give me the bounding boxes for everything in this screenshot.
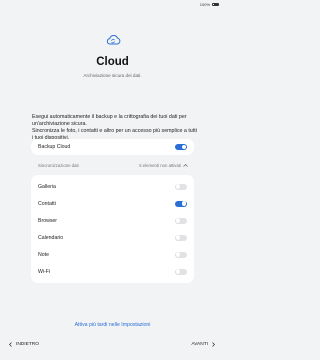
sync-item-label: Galleria [38,183,56,190]
sync-item-notes[interactable]: Note [31,246,194,263]
chevron-left-icon [9,342,12,347]
next-button[interactable]: AVANTI [191,342,215,347]
page-title: Cloud [96,56,129,68]
back-button[interactable]: INDIETRO [9,342,39,347]
sync-item-toggle[interactable] [175,183,187,190]
battery-icon [212,2,219,7]
page-subtitle: Archiviazione sicura dei dati. [83,73,142,78]
description-line-1: Esegui automaticamente il backup e la cr… [32,114,187,127]
battery-percent: 100% [199,2,210,7]
next-label: AVANTI [191,342,208,347]
sync-item-browser[interactable]: Browser [31,212,194,229]
sync-item-toggle[interactable] [175,234,187,241]
backup-toggle[interactable] [175,144,187,150]
sync-item-toggle[interactable] [175,217,187,224]
sync-item-label: Calendario [38,234,64,241]
back-label: INDIETRO [16,342,39,347]
sync-item-calendar[interactable]: Calendario [31,229,194,246]
sync-header-label: Sincronizzazione dati [38,163,79,168]
chevron-right-icon [212,342,215,347]
sync-item-toggle[interactable] [175,251,187,258]
sync-item-wifi[interactable]: Wi-Fi [31,263,194,280]
backup-label: Backup Cloud [38,144,71,150]
footer-nav: INDIETRO AVANTI [0,342,225,350]
sync-section-header[interactable]: Sincronizzazione dati 5 elementi non att… [38,163,188,168]
chevron-up-icon [183,164,188,167]
sync-item-label: Browser [38,217,58,224]
backup-card: Backup Cloud [31,139,194,155]
sync-item-toggle[interactable] [175,268,187,275]
sync-item-contacts[interactable]: Contatti [31,195,194,212]
description: Esegui automaticamente il backup e la cr… [32,114,197,142]
sync-summary: 5 elementi non attivati [139,163,181,168]
enable-later-link[interactable]: Attiva più tardi nelle Impostazioni [0,322,225,328]
sync-item-toggle[interactable] [175,200,187,207]
status-bar: 100% [200,2,219,7]
backup-row[interactable]: Backup Cloud [31,139,194,155]
sync-item-label: Note [38,251,49,258]
sync-item-gallery[interactable]: Galleria [31,178,194,195]
sync-card: Galleria Contatti Browser Calendario Not… [31,175,194,283]
sync-item-label: Contatti [38,200,56,207]
sync-item-label: Wi-Fi [38,268,51,275]
hero: Cloud Archiviazione sicura dei dati. [0,34,225,78]
cloud-sync-icon [106,34,120,45]
